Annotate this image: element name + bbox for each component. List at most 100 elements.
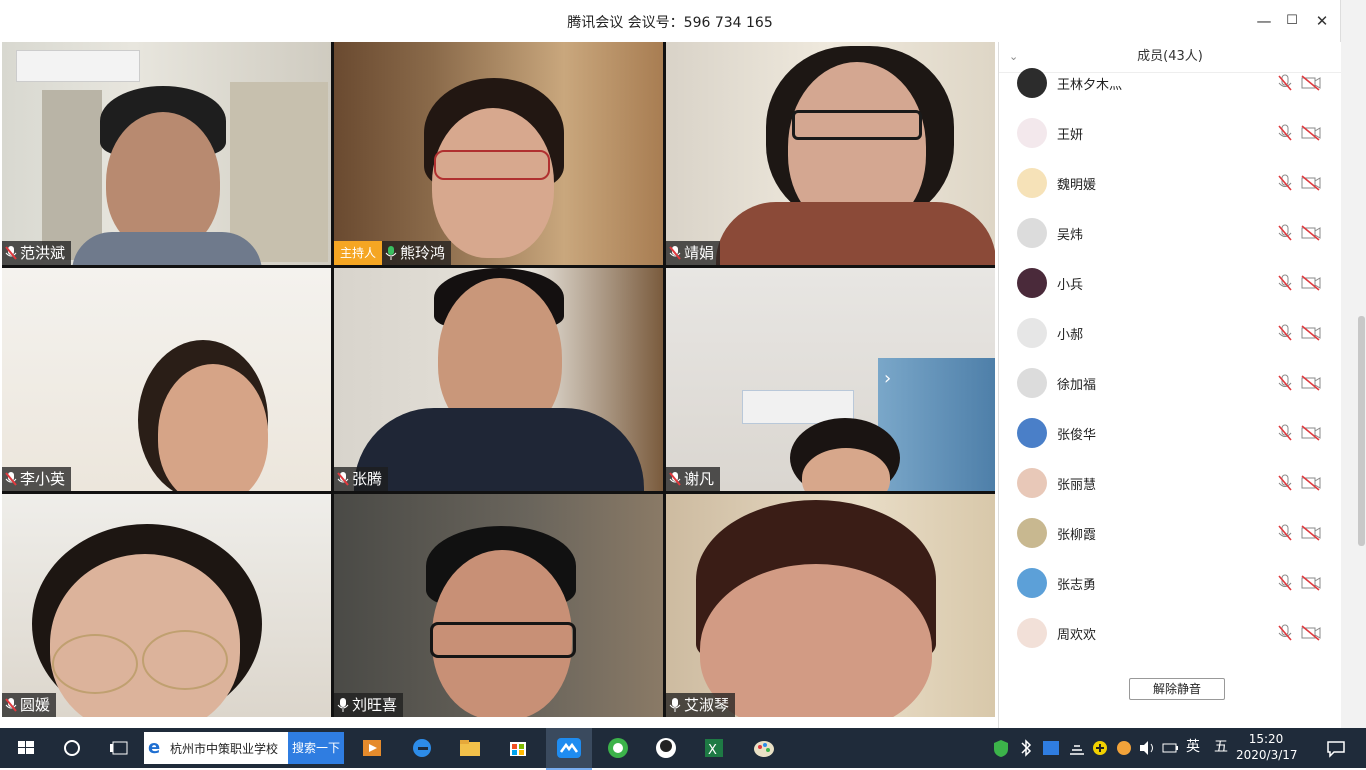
qq-tray-icon[interactable] <box>1114 732 1134 764</box>
tencent-meeting-task[interactable] <box>546 728 592 770</box>
camera-off-icon[interactable] <box>1301 375 1321 391</box>
excel-icon[interactable]: X <box>698 732 730 764</box>
member-name: 王林夕木灬 <box>1057 78 1123 93</box>
camera-off-icon[interactable] <box>1301 325 1321 341</box>
clock-time: 15:20 <box>1248 732 1284 746</box>
task-view-icon[interactable] <box>104 732 136 764</box>
file-explorer-icon[interactable] <box>454 732 486 764</box>
glasses <box>434 150 550 180</box>
mic-muted-icon <box>337 472 349 486</box>
mic-muted-icon[interactable] <box>1277 274 1293 292</box>
participant-name-tag: 艾淑琴 <box>666 693 736 717</box>
participant-name-tag: 圆媛 <box>2 693 57 717</box>
search-button[interactable]: 搜索一下 <box>288 732 344 764</box>
chevron-right-icon[interactable]: › <box>884 368 891 389</box>
member-row[interactable]: 张柳霞 <box>999 508 1329 558</box>
video-tile[interactable]: 刘旺喜 <box>334 494 663 717</box>
member-row[interactable]: 王妍 <box>999 108 1329 158</box>
air-conditioner <box>16 50 140 82</box>
mic-muted-icon[interactable] <box>1277 174 1293 192</box>
camera-off-icon[interactable] <box>1301 225 1321 241</box>
mic-muted-icon[interactable] <box>1277 524 1293 542</box>
mic-muted-icon[interactable] <box>1277 624 1293 642</box>
notification-icon[interactable] <box>1320 732 1352 764</box>
video-tile[interactable]: 圆媛 <box>2 494 331 717</box>
volume-icon[interactable] <box>1136 732 1158 764</box>
glasses <box>52 634 138 694</box>
input-method-indicator[interactable]: 英 <box>1186 736 1200 756</box>
video-tile[interactable]: 主持人 熊玲鸿 <box>334 42 663 265</box>
camera-off-icon[interactable] <box>1301 275 1321 291</box>
member-row[interactable]: 周欢欢 <box>999 608 1329 658</box>
member-row[interactable]: 张丽慧 <box>999 458 1329 508</box>
avatar <box>1017 118 1047 148</box>
member-row[interactable]: 魏明媛 <box>999 158 1329 208</box>
participant-name: 刘旺喜 <box>352 696 398 714</box>
mic-muted-icon[interactable] <box>1277 574 1293 592</box>
camera-off-icon[interactable] <box>1301 125 1321 141</box>
member-row[interactable]: 小郝 <box>999 308 1329 358</box>
video-tile[interactable]: 艾淑琴 <box>666 494 995 717</box>
cortana-icon[interactable] <box>56 732 88 764</box>
member-row[interactable]: 张俊华 <box>999 408 1329 458</box>
video-tile[interactable]: 张腾 <box>334 268 663 491</box>
unmute-all-button[interactable]: 解除静音 <box>1129 678 1225 700</box>
member-row[interactable]: 王林夕木灬 <box>999 58 1329 108</box>
mic-muted-icon[interactable] <box>1277 124 1293 142</box>
participant-face <box>106 112 220 252</box>
mic-muted-icon <box>5 698 17 712</box>
mic-muted-icon <box>5 246 17 260</box>
maximize-button[interactable]: ☐ <box>1280 10 1304 32</box>
sweater <box>716 202 995 265</box>
video-tile[interactable]: 靖娟 <box>666 42 995 265</box>
qq-icon[interactable] <box>650 732 682 764</box>
mic-muted-icon[interactable] <box>1277 74 1293 92</box>
jacket <box>354 408 644 491</box>
calendar-indicator[interactable]: 五 <box>1214 736 1228 756</box>
mic-muted-icon[interactable] <box>1277 424 1293 442</box>
camera-off-icon[interactable] <box>1301 475 1321 491</box>
participant-name: 艾淑琴 <box>684 696 730 714</box>
mic-muted-icon[interactable] <box>1277 474 1293 492</box>
mic-muted-icon[interactable] <box>1277 324 1293 342</box>
camera-off-icon[interactable] <box>1301 575 1321 591</box>
member-row[interactable]: 小兵 <box>999 258 1329 308</box>
search-input[interactable]: 杭州市中策职业学校 <box>170 740 278 757</box>
mic-on-icon <box>669 698 681 712</box>
search-box[interactable]: e 杭州市中策职业学校 搜索一下 <box>144 732 344 764</box>
system-clock[interactable]: 15:20 2020/3/17 <box>1236 731 1298 763</box>
mic-muted-icon[interactable] <box>1277 374 1293 392</box>
window-title: 腾讯会议 会议号：596 734 165 <box>567 15 773 31</box>
video-tile[interactable]: › 谢凡 <box>666 268 995 491</box>
battery-icon[interactable] <box>1160 732 1180 764</box>
member-row[interactable]: 张志勇 <box>999 558 1329 608</box>
paint-icon[interactable] <box>748 732 780 764</box>
minimize-button[interactable]: — <box>1252 10 1276 32</box>
camera-off-icon[interactable] <box>1301 175 1321 191</box>
mic-muted-icon[interactable] <box>1277 224 1293 242</box>
360-browser-icon[interactable] <box>602 732 634 764</box>
network-icon[interactable] <box>1066 732 1088 764</box>
edge-browser-icon[interactable] <box>406 732 438 764</box>
member-row[interactable]: 徐加福 <box>999 358 1329 408</box>
participant-name-tag: 李小英 <box>2 467 72 491</box>
member-name: 吴炜 <box>1057 228 1084 243</box>
bluetooth-icon[interactable] <box>1016 732 1036 764</box>
app-tray-icon[interactable] <box>1040 732 1062 764</box>
store-icon[interactable] <box>502 732 534 764</box>
windows-start-icon[interactable] <box>10 732 42 764</box>
security-shield-icon[interactable] <box>990 732 1012 764</box>
camera-off-icon[interactable] <box>1301 75 1321 91</box>
camera-off-icon[interactable] <box>1301 425 1321 441</box>
video-tile[interactable]: 李小英 <box>2 268 331 491</box>
avatar <box>1017 318 1047 348</box>
media-player-icon[interactable] <box>356 732 388 764</box>
member-row[interactable]: 吴炜 <box>999 208 1329 258</box>
camera-off-icon[interactable] <box>1301 525 1321 541</box>
video-tile[interactable]: 范洪斌 <box>2 42 331 265</box>
scrollbar[interactable] <box>1358 316 1365 546</box>
camera-off-icon[interactable] <box>1301 625 1321 641</box>
close-button[interactable]: ✕ <box>1310 10 1334 32</box>
participant-name-tag: 谢凡 <box>666 467 721 491</box>
add-icon[interactable] <box>1090 732 1110 764</box>
